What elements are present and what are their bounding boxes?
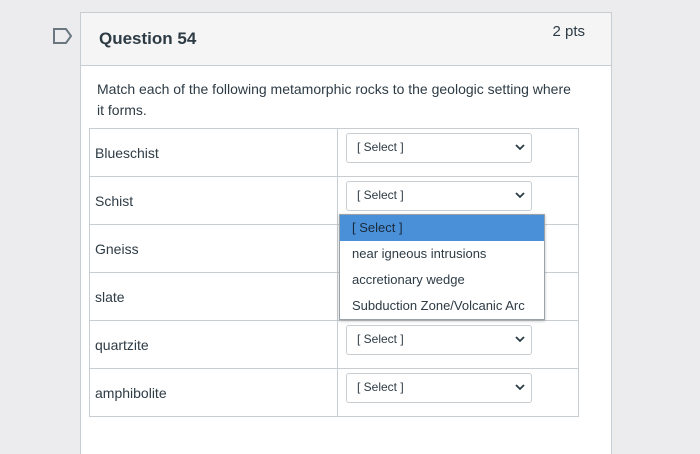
match-row: Blueschist [ Select ] (89, 128, 579, 177)
chevron-down-icon (515, 336, 525, 343)
dropdown-option[interactable]: Subduction Zone/Volcanic Arc (340, 293, 544, 319)
match-row: amphibolite [ Select ] (89, 368, 579, 417)
chevron-down-icon (515, 192, 525, 199)
dropdown-option[interactable]: [ Select ] (340, 215, 544, 241)
question-title: Question 54 (99, 29, 197, 48)
question-points: 2 pts (552, 23, 585, 40)
rock-name: amphibolite (95, 385, 167, 401)
setting-select[interactable]: [ Select ] (346, 133, 532, 163)
flag-question-icon[interactable] (52, 26, 74, 46)
match-row: quartzite [ Select ] (89, 320, 579, 369)
rock-name: quartzite (95, 337, 149, 353)
question-header: Question 54 2 pts (81, 13, 611, 66)
select-value: [ Select ] (357, 332, 404, 346)
select-value: [ Select ] (357, 380, 404, 394)
setting-select[interactable]: [ Select ] (346, 373, 532, 403)
setting-dropdown-list: [ Select ] near igneous intrusions accre… (339, 214, 545, 320)
select-value: [ Select ] (357, 140, 404, 154)
rock-name: slate (95, 289, 125, 305)
setting-select[interactable]: [ Select ] (346, 325, 532, 355)
rock-name: Schist (95, 193, 134, 209)
select-value: [ Select ] (357, 188, 404, 202)
rock-name: Blueschist (95, 145, 159, 161)
chevron-down-icon (515, 384, 525, 391)
dropdown-option[interactable]: accretionary wedge (340, 267, 544, 293)
setting-select[interactable]: [ Select ] (346, 181, 532, 211)
chevron-down-icon (515, 144, 525, 151)
rock-name: Gneiss (95, 241, 139, 257)
dropdown-option[interactable]: near igneous intrusions (340, 241, 544, 267)
question-card: Question 54 2 pts Match each of the foll… (80, 12, 612, 454)
question-prompt: Match each of the following metamorphic … (97, 81, 571, 118)
